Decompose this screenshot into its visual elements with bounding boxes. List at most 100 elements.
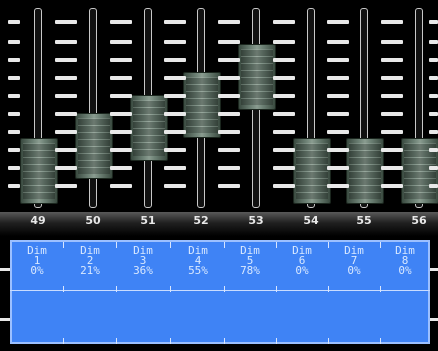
panel-divider bbox=[10, 290, 430, 291]
fader-knob-5[interactable] bbox=[238, 44, 276, 111]
fader-scale-tick bbox=[54, 166, 77, 170]
fader-scale-tick bbox=[272, 76, 295, 80]
channel-number-5: 53 bbox=[248, 214, 264, 227]
fader-scale-tick bbox=[326, 94, 349, 98]
fader-scale-tick bbox=[54, 76, 77, 80]
fader-scale-tick bbox=[380, 58, 403, 62]
fader-scale-tick bbox=[217, 166, 240, 170]
fader-scale-tick bbox=[429, 40, 438, 44]
fader-scale-tick bbox=[380, 166, 403, 170]
dimmer-cell-6[interactable]: Dim 6 0% bbox=[278, 245, 326, 277]
fader-scale-tick bbox=[217, 58, 240, 62]
panel-column-tick bbox=[224, 338, 225, 344]
fader-scale-tick bbox=[380, 130, 403, 134]
dimmer-value: 0% bbox=[30, 264, 44, 277]
fader-scale-tick bbox=[109, 112, 132, 116]
fader-scale-tick bbox=[326, 148, 349, 152]
panel-column-tick bbox=[170, 286, 171, 292]
fader-scale-tick bbox=[326, 130, 349, 134]
panel-column-tick bbox=[116, 286, 117, 292]
fader-scale-tick bbox=[54, 112, 77, 116]
channel-number-3: 51 bbox=[140, 214, 156, 227]
fader-knob-1[interactable] bbox=[20, 138, 58, 204]
fader-scale-tick bbox=[217, 112, 240, 116]
fader-scale-tick bbox=[163, 20, 186, 24]
panel-marker-left-bottom bbox=[0, 318, 10, 321]
fader-knob-6[interactable] bbox=[293, 138, 331, 204]
fader-scale-tick bbox=[217, 94, 240, 98]
fader-scale-tick bbox=[326, 40, 349, 44]
fader-knob-2[interactable] bbox=[75, 112, 113, 179]
fader-knob-4[interactable] bbox=[183, 72, 221, 138]
fader-scale-tick bbox=[326, 184, 349, 188]
fader-scale-tick bbox=[272, 40, 295, 44]
fader-scale-tick bbox=[272, 130, 295, 134]
dimmer-cell-4[interactable]: Dim 4 55% bbox=[174, 245, 222, 276]
fader-scale-tick bbox=[429, 94, 438, 98]
panel-column-tick bbox=[63, 242, 64, 248]
fader-scale-tick bbox=[54, 148, 77, 152]
panel-column-tick bbox=[276, 242, 277, 248]
fader-scale-tick bbox=[8, 130, 20, 134]
fader-scale-tick bbox=[109, 40, 132, 44]
fader-scale-tick bbox=[272, 94, 295, 98]
fader-scale-tick bbox=[272, 112, 295, 116]
fader-scale-tick bbox=[429, 20, 438, 24]
channel-number-1: 49 bbox=[30, 214, 46, 227]
panel-column-tick bbox=[224, 242, 225, 248]
fader-scale-tick bbox=[163, 130, 186, 134]
channel-number-4: 52 bbox=[193, 214, 209, 227]
dimmer-cell-5[interactable]: Dim 5 78% bbox=[226, 245, 274, 277]
panel-marker-right-top bbox=[430, 268, 438, 271]
dimmer-cell-8[interactable]: Dim 8 0% bbox=[381, 245, 429, 276]
fader-scale-tick bbox=[109, 20, 132, 24]
panel-column-tick bbox=[328, 242, 329, 248]
fader-scale-tick bbox=[217, 148, 240, 152]
fader-scale-tick bbox=[272, 166, 295, 170]
fader-scale-tick bbox=[429, 184, 438, 188]
fader-scale-tick bbox=[326, 58, 349, 62]
fader-scale-tick bbox=[429, 130, 438, 134]
fader-scale-tick bbox=[109, 76, 132, 80]
fader-scale-tick bbox=[380, 76, 403, 80]
fader-scale-tick bbox=[109, 184, 132, 188]
fader-scale-tick bbox=[8, 40, 20, 44]
fader-scale-tick bbox=[380, 20, 403, 24]
fader-scale-tick bbox=[272, 58, 295, 62]
fader-knob-7[interactable] bbox=[346, 138, 384, 204]
fader-scale-tick bbox=[326, 76, 349, 80]
fader-scale-tick bbox=[272, 184, 295, 188]
fader-scale-tick bbox=[380, 184, 403, 188]
panel-column-tick bbox=[276, 338, 277, 344]
fader-knob-3[interactable] bbox=[130, 94, 168, 161]
panel-column-tick bbox=[116, 242, 117, 248]
panel-column-tick bbox=[170, 338, 171, 344]
dimmer-cell-1[interactable]: Dim 1 0% bbox=[13, 245, 61, 277]
fader-scale-tick bbox=[217, 76, 240, 80]
fader-scale-tick bbox=[380, 148, 403, 152]
fader-scale-tick bbox=[54, 20, 77, 24]
panel-column-tick bbox=[63, 338, 64, 344]
dimmer-value: 0% bbox=[295, 264, 309, 277]
fader-scale-tick bbox=[163, 166, 186, 170]
fader-scale-tick bbox=[109, 94, 132, 98]
fader-scale-tick bbox=[163, 184, 186, 188]
fader-scale-tick bbox=[163, 148, 186, 152]
fader-scale-tick bbox=[326, 112, 349, 116]
dimmer-value: 0% bbox=[347, 264, 361, 277]
dimmer-cell-7[interactable]: Dim 7 0% bbox=[330, 245, 378, 277]
channel-number-8: 56 bbox=[411, 214, 427, 227]
dimmer-cell-3[interactable]: Dim 3 36% bbox=[119, 245, 167, 276]
fader-scale-tick bbox=[217, 20, 240, 24]
fader-scale-tick bbox=[380, 112, 403, 116]
fader-scale-tick bbox=[217, 40, 240, 44]
fader-scale-tick bbox=[272, 148, 295, 152]
channel-number-7: 55 bbox=[356, 214, 372, 227]
fader-scale-tick bbox=[8, 148, 20, 152]
panel-column-tick bbox=[328, 338, 329, 344]
dimmer-cell-2[interactable]: Dim 2 21% bbox=[66, 245, 114, 276]
panel-column-tick bbox=[276, 286, 277, 292]
dimmer-value: 78% bbox=[240, 264, 260, 277]
fader-scale-tick bbox=[163, 94, 186, 98]
fader-scale-tick bbox=[54, 40, 77, 44]
